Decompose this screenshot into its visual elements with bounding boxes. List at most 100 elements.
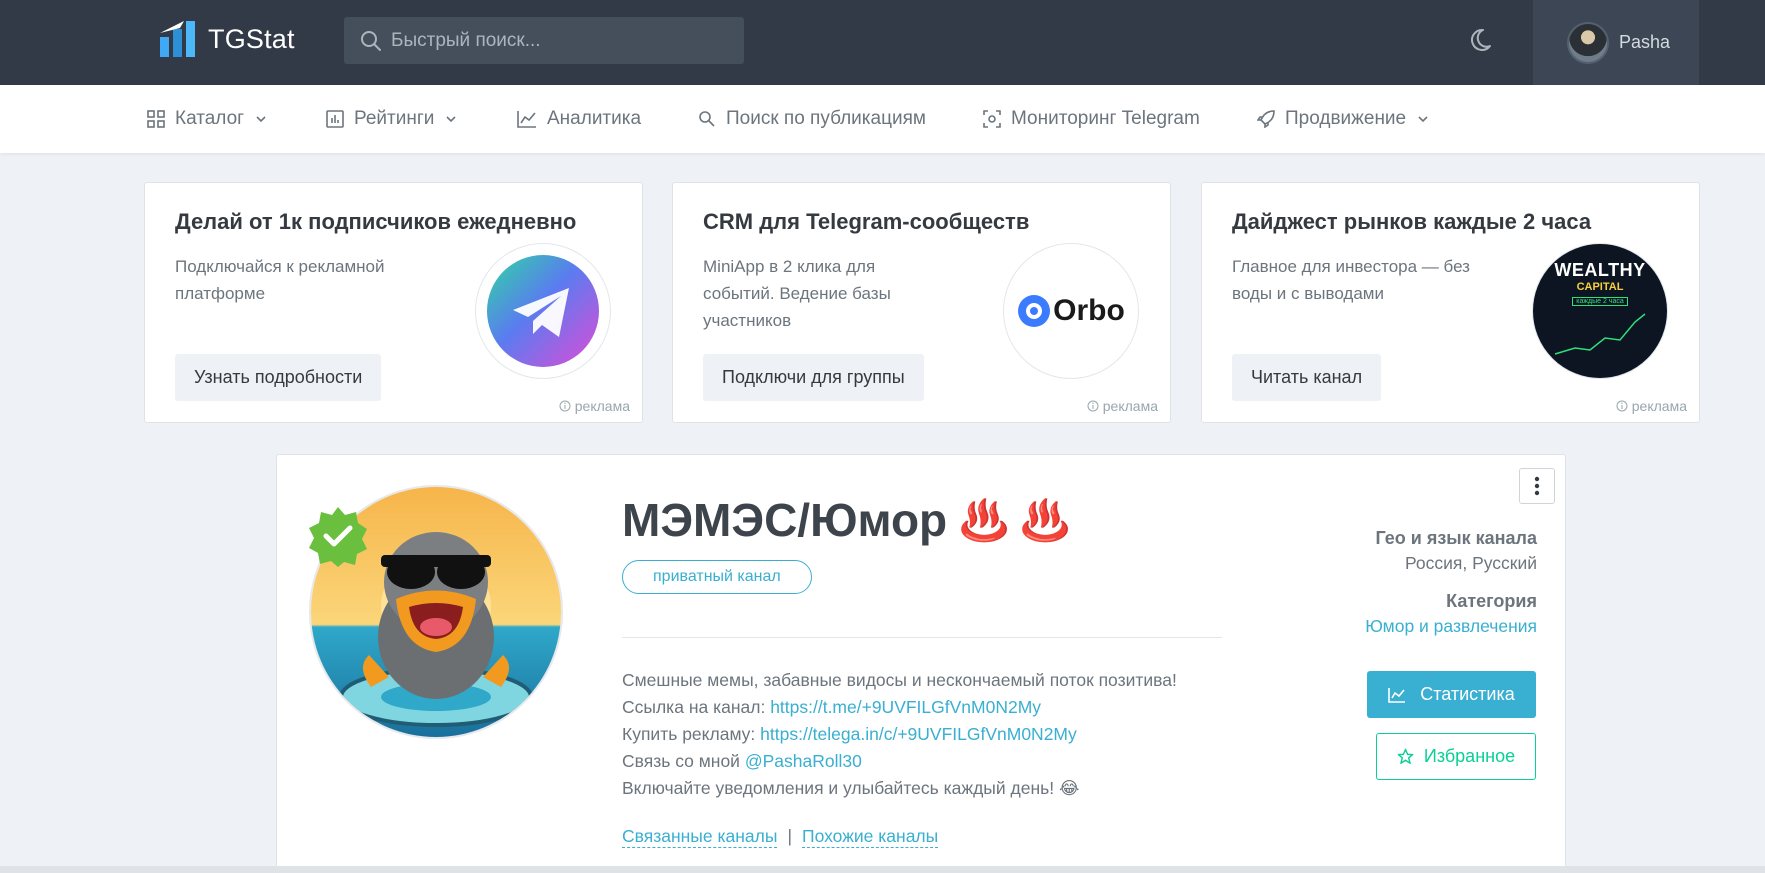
chevron-down-icon	[1418, 116, 1428, 123]
ad-title: Дайджест рынков каждые 2 часа	[1232, 209, 1592, 234]
desc-label: Ссылка на канал:	[622, 697, 771, 717]
channel-links: Связанные каналы | Похожие каналы	[622, 826, 939, 848]
wealthy-logo-sub: CAPITAL	[1576, 281, 1624, 293]
statistics-button[interactable]: Статистика	[1367, 671, 1536, 718]
info-icon	[559, 400, 571, 412]
nav-label: Рейтинги	[354, 108, 435, 129]
main-nav: Каталог Рейтинги Аналитика Поиск по публ…	[0, 85, 1765, 153]
ad-mark-label: реклама	[1631, 398, 1687, 414]
more-menu-button[interactable]	[1519, 468, 1555, 504]
nav-item-catalog[interactable]: Каталог	[147, 85, 268, 153]
info-icon	[1087, 400, 1099, 412]
line-chart-icon	[517, 111, 536, 128]
tgstat-logo-icon	[160, 21, 195, 57]
divider	[622, 637, 1222, 638]
private-channel-badge: приватный канал	[622, 560, 812, 594]
scan-icon	[983, 110, 1001, 128]
nav-item-ratings[interactable]: Рейтинги	[326, 85, 458, 153]
ad-mark: реклама	[559, 398, 630, 414]
ad-button[interactable]: Читать канал	[1232, 354, 1382, 401]
related-channels-link[interactable]: Связанные каналы	[622, 826, 778, 848]
geo-language-info: Гео и язык канала Россия, Русский	[1375, 528, 1537, 574]
category-info: Категория Юмор и развлечения	[1365, 591, 1537, 637]
wealthy-logo-tag: каждые 2 часа	[1572, 297, 1628, 306]
ad-card: CRM для Telegram-сообществ MiniApp в 2 к…	[672, 182, 1171, 423]
star-icon	[1397, 748, 1414, 764]
favorite-button[interactable]: Избранное	[1376, 733, 1536, 780]
ad-logo[interactable]: Orbo	[1003, 243, 1139, 379]
geo-heading: Гео и язык канала	[1375, 528, 1537, 548]
ads-link[interactable]: https://telega.in/c/+9UVFILGfVnM0N2My	[760, 724, 1077, 744]
search-input[interactable]	[391, 29, 721, 52]
rocket-icon	[1257, 110, 1275, 128]
similar-channels-link[interactable]: Похожие каналы	[801, 826, 939, 848]
nav-item-promotion[interactable]: Продвижение	[1257, 85, 1430, 153]
bar-chart-icon	[326, 110, 344, 128]
ad-mark: реклама	[1616, 398, 1687, 414]
channel-card: МЭМЭС/Юмор ♨️ ♨️ приватный канал Смешные…	[276, 454, 1566, 873]
geo-value: Россия, Русский	[1404, 553, 1537, 573]
moon-icon[interactable]	[1470, 26, 1498, 54]
ad-button[interactable]: Узнать подробности	[175, 354, 382, 401]
info-icon	[1616, 400, 1628, 412]
kebab-menu-icon	[1534, 476, 1540, 496]
nav-label: Поиск по публикациям	[726, 108, 926, 129]
desc-line: Ссылка на канал: https://t.me/+9UVFILGfV…	[622, 694, 1177, 721]
chevron-down-icon	[446, 116, 456, 123]
desc-line: Связь со мной @PashaRoll30	[622, 748, 1177, 775]
category-heading: Категория	[1446, 591, 1537, 611]
nav-label: Каталог	[175, 108, 245, 129]
search-box[interactable]	[344, 17, 744, 64]
ad-mark-label: реклама	[574, 398, 630, 414]
channel-description: Смешные мемы, забавные видосы и несконча…	[622, 667, 1177, 802]
search-icon	[361, 30, 381, 51]
ad-title: CRM для Telegram-сообществ	[703, 209, 1030, 234]
channel-link[interactable]: https://t.me/+9UVFILGfVnM0N2My	[770, 697, 1041, 717]
search-doc-icon	[699, 111, 715, 127]
desc-line: Включайте уведомления и улыбайтесь кажды…	[622, 778, 1080, 798]
growth-chart-icon	[1554, 313, 1646, 355]
nav-item-analytics[interactable]: Аналитика	[517, 85, 641, 153]
contact-link[interactable]: @PashaRoll30	[745, 751, 862, 771]
ad-logo[interactable]: WEALTHY CAPITAL каждые 2 часа	[1532, 243, 1668, 379]
desc-line: Купить рекламу: https://telega.in/c/+9UV…	[622, 721, 1177, 748]
orbo-logo-icon	[1018, 295, 1051, 327]
bottom-scrollbar[interactable]	[0, 866, 1765, 873]
nav-label: Мониторинг Telegram	[1011, 108, 1200, 129]
ad-mark-label: реклама	[1102, 398, 1158, 414]
nav-item-publication-search[interactable]: Поиск по публикациям	[698, 85, 926, 153]
ad-logo[interactable]	[475, 243, 611, 379]
channel-title-text: МЭМЭС/Юмор	[622, 494, 948, 546]
nav-item-monitoring[interactable]: Мониторинг Telegram	[983, 85, 1200, 153]
ad-text: MiniApp в 2 клика для событий. Ведение б…	[703, 257, 891, 330]
ad-button[interactable]: Подключи для группы	[703, 354, 924, 401]
desc-label: Связь со мной	[622, 751, 745, 771]
channel-title: МЭМЭС/Юмор ♨️ ♨️	[622, 493, 1070, 547]
orbo-logo-text: Orbo	[1053, 294, 1125, 327]
ad-title: Делай от 1к подписчиков ежедневно	[175, 209, 577, 234]
top-bar: TGStat Pasha	[0, 0, 1765, 85]
chevron-down-icon	[256, 116, 266, 123]
wealthy-logo-text: WEALTHY	[1554, 260, 1646, 280]
avatar	[1567, 21, 1609, 64]
user-menu[interactable]: Pasha	[1533, 0, 1699, 85]
verified-badge-icon	[309, 507, 367, 567]
link-separator: |	[787, 826, 792, 846]
favorite-label: Избранное	[1423, 746, 1516, 766]
desc-label: Купить рекламу:	[622, 724, 761, 744]
ad-text: Подключайся к рекламной платформе	[175, 257, 385, 303]
statistics-label: Статистика	[1420, 684, 1515, 704]
ad-mark: реклама	[1087, 398, 1158, 414]
logo-text: TGStat	[208, 23, 295, 54]
telegram-logo-icon	[487, 255, 599, 367]
nav-label: Продвижение	[1285, 108, 1407, 129]
logo[interactable]: TGStat	[158, 19, 295, 59]
line-chart-icon	[1388, 687, 1406, 703]
ad-card: Делай от 1к подписчиков ежедневно Подклю…	[144, 182, 643, 423]
nav-label: Аналитика	[547, 108, 642, 129]
category-link[interactable]: Юмор и развлечения	[1365, 616, 1537, 637]
hot-springs-emoji: ♨️ ♨️	[959, 498, 1070, 543]
ad-text: Главное для инвестора — без воды и с выв…	[1232, 257, 1470, 303]
ad-card: Дайджест рынков каждые 2 часа Главное дл…	[1201, 182, 1700, 423]
grid-icon	[147, 110, 165, 128]
